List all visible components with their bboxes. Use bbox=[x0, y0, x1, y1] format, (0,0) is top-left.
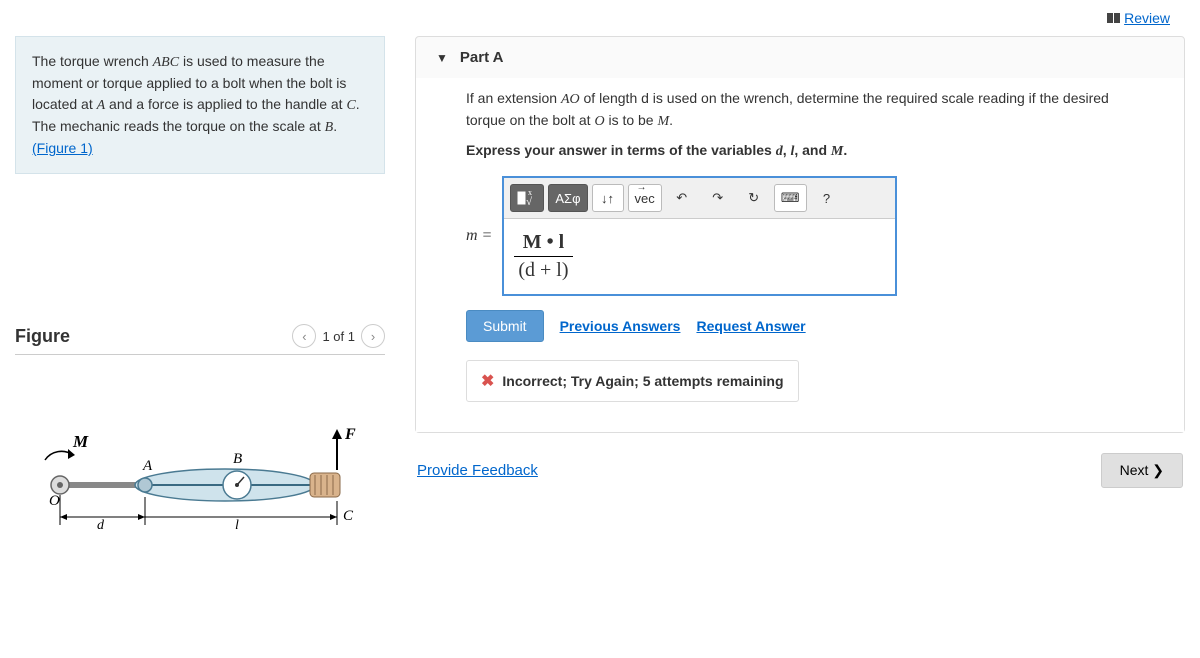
subsup-button[interactable]: ↓↑ bbox=[592, 184, 624, 212]
svg-text:F: F bbox=[344, 426, 356, 443]
provide-feedback-link[interactable]: Provide Feedback bbox=[417, 462, 538, 479]
var-m: M bbox=[657, 114, 669, 129]
svg-text:M: M bbox=[72, 432, 89, 451]
figure-counter: 1 of 1 bbox=[322, 329, 355, 344]
answer-editor[interactable]: x√ ΑΣφ ↓↑ →vec ↶ ↷ ↻ ⌨ ? bbox=[502, 176, 897, 296]
undo-button[interactable]: ↶ bbox=[666, 184, 698, 212]
var-ao: AO bbox=[561, 92, 580, 107]
problem-text: and a force is applied to the handle at bbox=[105, 96, 346, 112]
caret-down-icon: ▼ bbox=[436, 51, 448, 65]
problem-statement: The torque wrench ABC is used to measure… bbox=[15, 36, 385, 174]
svg-text:A: A bbox=[142, 458, 153, 474]
figure-title: Figure bbox=[15, 326, 70, 347]
templates-button[interactable]: x√ bbox=[510, 184, 544, 212]
review-icon bbox=[1107, 13, 1120, 23]
svg-text:√: √ bbox=[526, 196, 533, 206]
reset-button[interactable]: ↻ bbox=[738, 184, 770, 212]
answer-lhs: m = bbox=[466, 227, 492, 245]
answer-numerator: M • l bbox=[514, 231, 572, 257]
help-button[interactable]: ? bbox=[811, 184, 843, 212]
svg-text:d: d bbox=[97, 518, 105, 533]
svg-text:O: O bbox=[49, 493, 60, 509]
var-b: B bbox=[325, 120, 334, 135]
var-o: O bbox=[594, 114, 604, 129]
request-answer-link[interactable]: Request Answer bbox=[696, 318, 805, 334]
keyboard-button[interactable]: ⌨ bbox=[774, 184, 807, 212]
svg-text:l: l bbox=[235, 518, 239, 533]
part-title: Part A bbox=[460, 49, 504, 66]
question-text: If an extension AO of length d is used o… bbox=[466, 88, 1134, 132]
incorrect-icon: ✖ bbox=[481, 371, 494, 391]
feedback-box: ✖ Incorrect; Try Again; 5 attempts remai… bbox=[466, 360, 799, 402]
svg-text:C: C bbox=[343, 508, 354, 524]
redo-button[interactable]: ↷ bbox=[702, 184, 734, 212]
var-a: A bbox=[97, 98, 106, 113]
feedback-text: Incorrect; Try Again; 5 attempts remaini… bbox=[502, 373, 783, 389]
svg-text:B: B bbox=[233, 451, 242, 467]
vec-button[interactable]: →vec bbox=[628, 184, 662, 212]
problem-text: . bbox=[333, 118, 337, 134]
submit-button[interactable]: Submit bbox=[466, 310, 544, 342]
next-button[interactable]: Next ❯ bbox=[1101, 453, 1183, 488]
figure-link[interactable]: (Figure 1) bbox=[32, 140, 93, 156]
figure-image: F M A B O C d bbox=[15, 415, 385, 558]
problem-text: The torque wrench bbox=[32, 53, 153, 69]
answer-denominator: (d + l) bbox=[514, 257, 572, 282]
figure-prev-button[interactable]: ‹ bbox=[292, 324, 316, 348]
answer-input[interactable]: M • l (d + l) bbox=[504, 219, 895, 294]
previous-answers-link[interactable]: Previous Answers bbox=[560, 318, 681, 334]
figure-next-button[interactable]: › bbox=[361, 324, 385, 348]
review-link[interactable]: Review bbox=[1107, 10, 1170, 26]
greek-button[interactable]: ΑΣφ bbox=[548, 184, 587, 212]
editor-toolbar: x√ ΑΣφ ↓↑ →vec ↶ ↷ ↻ ⌨ ? bbox=[504, 178, 895, 219]
instruction-text: Express your answer in terms of the vari… bbox=[466, 140, 1134, 162]
review-label: Review bbox=[1124, 10, 1170, 26]
part-header[interactable]: ▼ Part A bbox=[416, 37, 1184, 78]
var-abc: ABC bbox=[153, 55, 179, 70]
var-c: C bbox=[346, 98, 355, 113]
